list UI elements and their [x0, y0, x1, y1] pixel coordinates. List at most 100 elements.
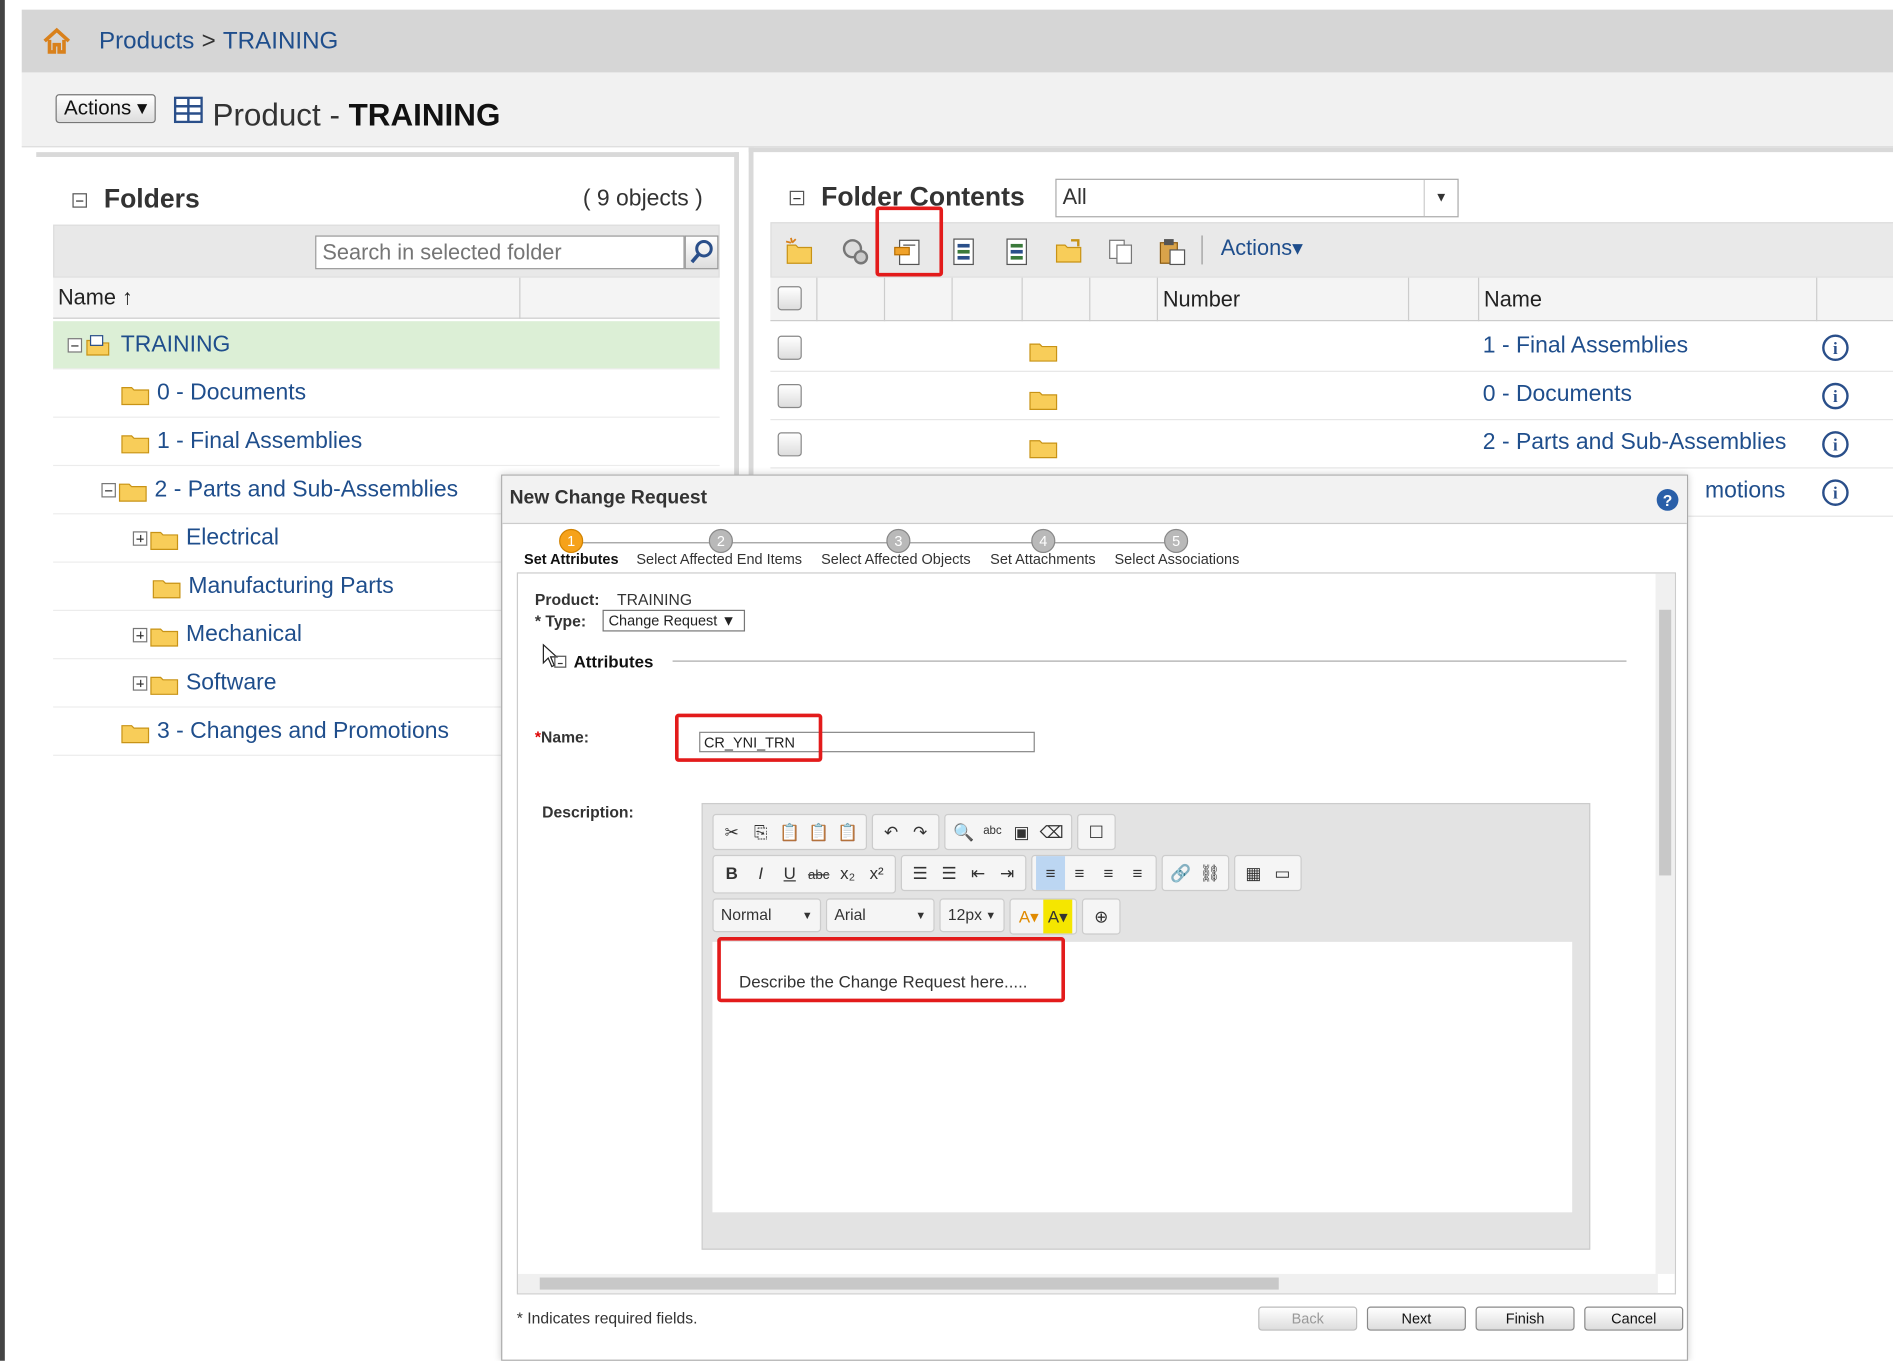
indent-icon[interactable]: ⇥: [993, 856, 1022, 890]
row-checkbox[interactable]: [777, 432, 802, 457]
home-icon[interactable]: [41, 25, 72, 56]
move-folder-icon[interactable]: [1054, 235, 1085, 266]
finish-button[interactable]: Finish: [1475, 1306, 1575, 1331]
undo-icon[interactable]: ↶: [877, 815, 906, 849]
new-folder-icon[interactable]: [784, 235, 815, 266]
step-select-affected-objects[interactable]: Select Affected Objects: [821, 551, 971, 568]
expand-node-icon[interactable]: [132, 530, 148, 546]
info-icon[interactable]: i: [1821, 430, 1850, 459]
justify-icon[interactable]: ≡: [1123, 856, 1152, 890]
subscript-icon[interactable]: x₂: [833, 856, 862, 890]
info-icon[interactable]: i: [1821, 382, 1850, 411]
table-row[interactable]: 1 - Final Assemblies i: [770, 324, 1893, 372]
expand-node-icon[interactable]: [132, 675, 148, 691]
strikethrough-icon[interactable]: abc: [804, 859, 833, 893]
paste-text-icon[interactable]: 📋: [804, 815, 833, 849]
step-select-affected-end-items[interactable]: Select Affected End Items: [636, 551, 802, 568]
background-color-icon[interactable]: A▾: [1043, 899, 1073, 934]
link-icon[interactable]: 🔗: [1166, 856, 1195, 890]
tree-item-documents[interactable]: 0 - Documents: [53, 369, 720, 418]
number-column-header[interactable]: Number: [1156, 277, 1240, 322]
step-set-attachments[interactable]: Set Attachments: [990, 551, 1096, 568]
step-select-associations[interactable]: Select Associations: [1115, 551, 1240, 568]
maximize-icon[interactable]: ⊕: [1087, 900, 1116, 934]
text-color-icon[interactable]: A▾: [1014, 900, 1043, 934]
size-select[interactable]: 12px ▼: [939, 898, 1005, 933]
row-checkbox[interactable]: [777, 335, 802, 360]
find-icon[interactable]: 🔍: [949, 815, 978, 849]
align-left-icon[interactable]: ≡: [1036, 856, 1066, 890]
table-icon[interactable]: ▦: [1239, 856, 1268, 890]
next-button[interactable]: Next: [1366, 1306, 1466, 1331]
row-name-link[interactable]: motions: [1705, 478, 1785, 505]
step-2-indicator[interactable]: 2: [708, 528, 733, 554]
copy-icon[interactable]: [1105, 235, 1136, 266]
contents-actions-menu[interactable]: Actions▾: [1221, 235, 1303, 260]
name-column-header[interactable]: Name: [1477, 277, 1542, 322]
bold-icon[interactable]: B: [717, 856, 746, 890]
table-row[interactable]: 0 - Documents i: [770, 372, 1893, 421]
search-button[interactable]: [684, 235, 719, 270]
product-actions-button[interactable]: Actions ▾: [55, 94, 156, 124]
step-3-indicator[interactable]: 3: [886, 528, 911, 554]
collapse-node-icon[interactable]: [67, 337, 83, 352]
back-button[interactable]: Back: [1258, 1306, 1358, 1331]
spellcheck-icon[interactable]: ᵃᵇᶜ: [978, 815, 1007, 849]
row-checkbox[interactable]: [777, 383, 802, 409]
step-5-indicator[interactable]: 5: [1164, 528, 1189, 554]
font-select[interactable]: Arial ▼: [825, 898, 935, 933]
column-divider[interactable]: [519, 277, 521, 319]
remove-format-icon[interactable]: ⌫: [1036, 815, 1067, 849]
row-name-link[interactable]: 0 - Documents: [1483, 382, 1632, 409]
underline-icon[interactable]: U: [775, 856, 804, 890]
outdent-icon[interactable]: ⇤: [964, 856, 993, 890]
collapse-icon[interactable]: [554, 655, 567, 668]
source-icon[interactable]: ☐: [1082, 815, 1111, 849]
new-document-icon[interactable]: [948, 235, 979, 266]
align-center-icon[interactable]: ≡: [1065, 856, 1094, 890]
collapse-icon[interactable]: [72, 193, 87, 208]
format-select[interactable]: Normal ▼: [712, 898, 822, 933]
vertical-scrollbar[interactable]: [1655, 573, 1675, 1274]
italic-icon[interactable]: I: [746, 856, 775, 890]
numbered-list-icon[interactable]: ☰: [906, 856, 935, 890]
tree-column-header[interactable]: Name ↑: [53, 277, 720, 319]
info-icon[interactable]: i: [1821, 333, 1850, 362]
paste-icon[interactable]: [1156, 235, 1187, 266]
unlink-icon[interactable]: ⛓: [1195, 856, 1224, 890]
step-1-indicator[interactable]: 1: [559, 528, 584, 554]
breadcrumb-products-link[interactable]: Products: [99, 27, 194, 55]
step-4-indicator[interactable]: 4: [1031, 528, 1056, 554]
redo-icon[interactable]: ↷: [906, 815, 935, 849]
scrollbar-thumb[interactable]: [539, 1277, 1279, 1290]
folder-search-input[interactable]: [315, 235, 685, 270]
tree-item-final-assemblies[interactable]: 1 - Final Assemblies: [53, 418, 720, 467]
superscript-icon[interactable]: x²: [862, 856, 891, 890]
type-select[interactable]: Change Request ▼: [602, 609, 746, 632]
dialog-titlebar[interactable]: New Change Request ?: [502, 475, 1687, 525]
view-filter-select[interactable]: All ▼: [1055, 178, 1459, 218]
bulleted-list-icon[interactable]: ☰: [935, 856, 964, 890]
row-name-link[interactable]: 1 - Final Assemblies: [1483, 333, 1688, 360]
tree-item-training[interactable]: TRAINING: [53, 321, 720, 370]
copy-icon[interactable]: ⎘: [746, 815, 775, 849]
new-multiple-documents-icon[interactable]: [1001, 235, 1032, 266]
paste-icon[interactable]: 📋: [775, 815, 804, 849]
expand-node-icon[interactable]: [132, 627, 148, 642]
cancel-button[interactable]: Cancel: [1584, 1306, 1684, 1331]
select-all-checkbox[interactable]: [777, 286, 802, 311]
breadcrumb-current-link[interactable]: TRAINING: [223, 27, 338, 55]
collapse-icon[interactable]: [789, 191, 805, 206]
step-set-attributes[interactable]: Set Attributes: [524, 551, 618, 568]
table-row[interactable]: 2 - Parts and Sub-Assemblies i: [770, 420, 1893, 469]
paste-word-icon[interactable]: 📋: [833, 815, 862, 849]
name-column-header[interactable]: Name ↑: [58, 285, 133, 310]
new-part-icon[interactable]: [839, 235, 870, 266]
collapse-node-icon[interactable]: [101, 482, 116, 497]
info-icon[interactable]: i: [1821, 478, 1850, 507]
horizontal-rule-icon[interactable]: ▭: [1268, 856, 1297, 890]
cut-icon[interactable]: ✂: [717, 815, 746, 849]
scrollbar-thumb[interactable]: [1659, 609, 1672, 876]
select-all-icon[interactable]: ▣: [1007, 815, 1036, 849]
align-right-icon[interactable]: ≡: [1094, 856, 1123, 890]
